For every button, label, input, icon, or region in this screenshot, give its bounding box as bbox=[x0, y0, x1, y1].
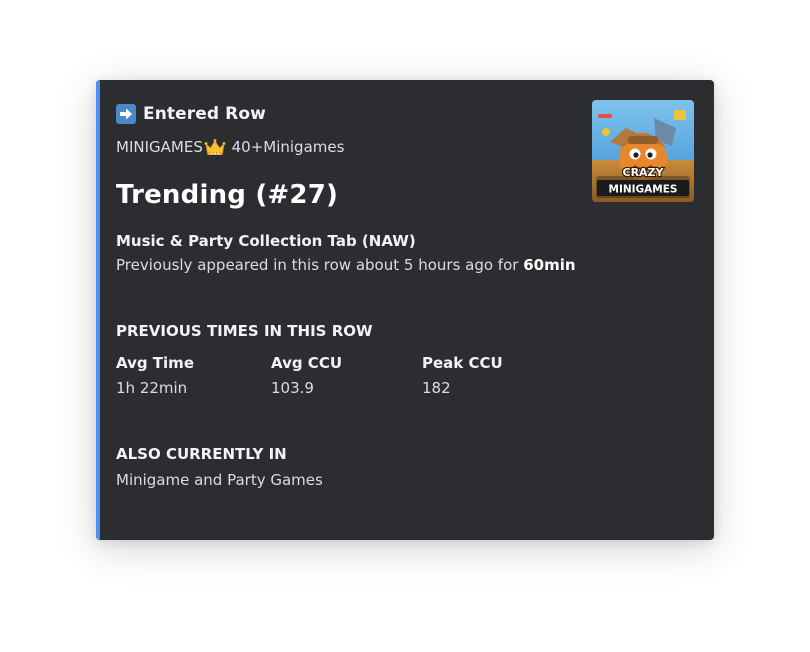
stat-label: Peak CCU bbox=[422, 354, 503, 372]
previous-times-header: PREVIOUS TIMES IN THIS ROW bbox=[116, 322, 373, 340]
stat-value: 182 bbox=[422, 379, 451, 397]
stat-avg-time: Avg Time 1h 22min bbox=[116, 354, 271, 397]
embed-accent-bar bbox=[96, 80, 100, 540]
collection-tab-name: Music & Party Collection Tab (NAW) bbox=[116, 232, 416, 250]
previous-appearance-duration: 60min bbox=[523, 256, 576, 274]
stat-peak-ccu: Peak CCU 182 bbox=[422, 354, 542, 397]
thumbnail-line1: CRAZY bbox=[623, 166, 665, 179]
right-arrow-icon bbox=[116, 104, 136, 124]
stat-value: 103.9 bbox=[271, 379, 314, 397]
thumbnail-image: CRAZY MINIGAMES bbox=[592, 100, 694, 202]
subtitle-prefix: MINIGAMES bbox=[116, 138, 203, 156]
previous-appearance-prefix: Previously appeared in this row about 5 … bbox=[116, 256, 524, 274]
stat-label: Avg Time bbox=[116, 354, 194, 372]
embed-author-name: Entered Row bbox=[143, 104, 266, 124]
stat-value: 1h 22min bbox=[116, 379, 188, 397]
also-currently-in-header: ALSO CURRENTLY IN bbox=[116, 445, 287, 463]
stats-row: Avg Time 1h 22min Avg CCU 103.9 Peak CCU… bbox=[116, 354, 694, 397]
embed-card: Entered Row MINIGAMES 40+Minigames Trend… bbox=[96, 80, 714, 540]
subtitle-suffix: 40+Minigames bbox=[226, 138, 345, 156]
previous-appearance-text: Previously appeared in this row about 5 … bbox=[116, 256, 694, 274]
thumbnail-line2: MINIGAMES bbox=[609, 184, 678, 196]
game-thumbnail[interactable]: CRAZY MINIGAMES bbox=[592, 100, 694, 202]
stat-avg-ccu: Avg CCU 103.9 bbox=[271, 354, 422, 397]
crown-icon bbox=[204, 138, 226, 156]
stat-label: Avg CCU bbox=[271, 354, 343, 372]
page: Entered Row MINIGAMES 40+Minigames Trend… bbox=[0, 0, 810, 652]
also-currently-in-value: Minigame and Party Games bbox=[116, 471, 323, 489]
